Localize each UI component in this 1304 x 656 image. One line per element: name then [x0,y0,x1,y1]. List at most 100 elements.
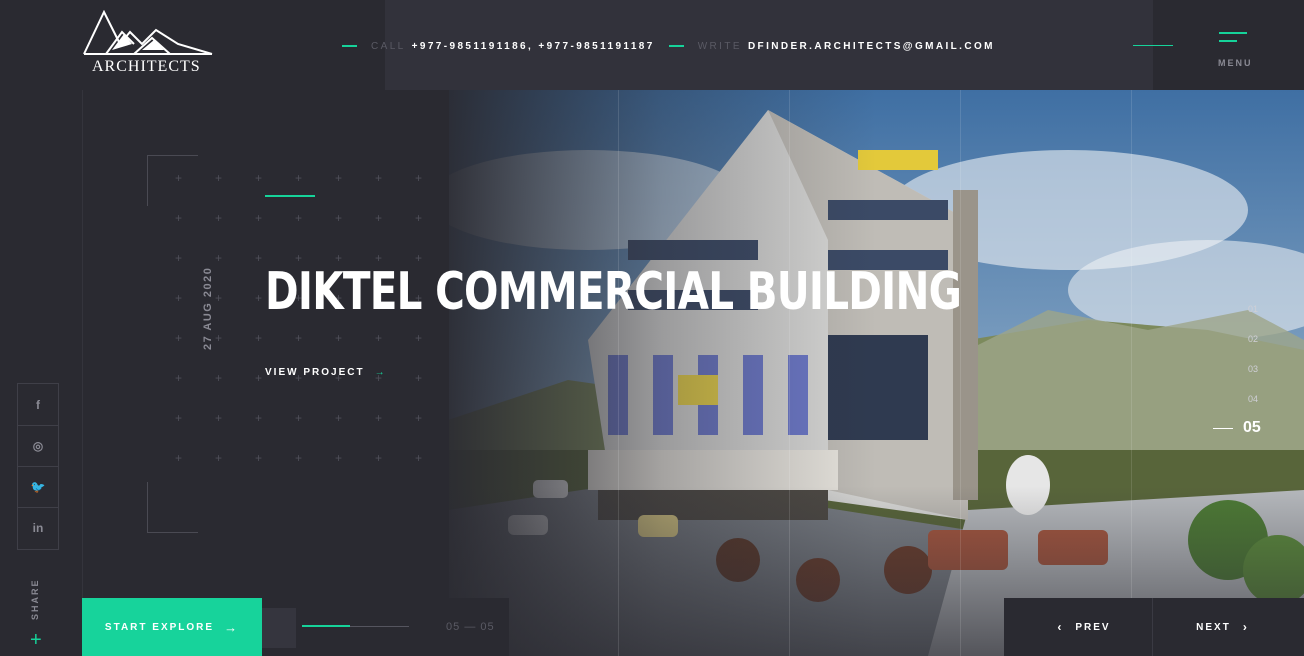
linkedin-icon: in [32,520,44,535]
arrow-right-icon: → [374,367,387,378]
bracket-decoration [147,482,198,533]
hamburger-icon [1219,32,1247,34]
prev-label: PREV [1075,621,1111,633]
start-explore-label: START EXPLORE [104,621,215,633]
social-links: f ◎ 🐦 in [17,383,59,550]
start-explore-button[interactable]: START EXPLORE → [82,598,262,656]
plus-decoration: + [215,171,223,185]
plus-decoration: + [375,211,383,225]
menu-button[interactable]: MENU [1218,30,1254,70]
contact-info: CALL +977-9851191186, +977-9851191187 WR… [342,38,1009,54]
plus-decoration: + [295,451,303,465]
slide-num-4[interactable]: 04 [1248,394,1258,404]
plus-decoration: + [335,451,343,465]
plus-decoration: + [375,331,383,345]
plus-decoration: + [255,411,263,425]
share-label: SHARE [30,578,40,620]
plus-decoration: + [415,211,423,225]
slide-title: DIKTEL COMMERCIAL BUILDING [265,262,962,322]
logo-text: ARCHITECTS [92,58,201,75]
call-label: CALL [371,40,406,52]
grid-line [960,90,961,656]
slide-progress-fill [302,625,351,627]
share-plus-icon[interactable]: + [30,630,42,650]
plus-decoration: + [215,411,223,425]
email-link[interactable]: DFINDER.ARCHITECTS@GMAIL.COM [748,41,995,52]
slide-thumbnail[interactable] [262,608,296,648]
grid-line [618,90,619,656]
plus-decoration: + [175,371,183,385]
plus-decoration: + [255,291,263,305]
plus-decoration: + [215,331,223,345]
plus-decoration: + [335,411,343,425]
plus-decoration: + [295,411,303,425]
plus-decoration: + [415,331,423,345]
plus-decoration: + [255,171,263,185]
plus-decoration: + [375,451,383,465]
facebook-icon: f [36,397,40,412]
plus-decoration: + [295,211,303,225]
counter-separator: — [464,621,477,633]
slide-num-2[interactable]: 02 [1248,334,1258,344]
next-label: NEXT [1196,621,1231,633]
plus-decoration: + [175,171,183,185]
chevron-left-icon: ‹ [1057,620,1064,634]
grid-line [1131,90,1132,656]
plus-decoration: + [175,331,183,345]
view-project-label: VIEW PROJECT [265,367,365,378]
plus-decoration: + [175,251,183,265]
plus-decoration: + [295,171,303,185]
current-slide: 05 [446,621,461,633]
plus-decoration: + [175,211,183,225]
dot-grid-decoration: + + + + + + + + + + + + + + + + + + + + + + + + + + + + + + + + + + + + + + + +… [175,172,445,472]
plus-decoration: + [415,371,423,385]
plus-decoration: + [215,291,223,305]
header-divider-line [1133,45,1173,46]
plus-decoration: + [335,171,343,185]
total-slides: 05 [480,621,495,633]
instagram-link[interactable]: ◎ [18,425,58,467]
plus-decoration: + [375,171,383,185]
plus-decoration: + [295,331,303,345]
hamburger-icon [1219,40,1237,42]
menu-label: MENU [1218,58,1253,68]
plus-decoration: + [255,251,263,265]
slide-num-3[interactable]: 03 [1248,364,1258,374]
linkedin-link[interactable]: in [18,507,58,548]
slide-progress-bar [302,625,409,627]
phone-numbers[interactable]: +977-9851191186, +977-9851191187 [412,41,655,52]
active-slide-number: 05 [1243,419,1261,436]
next-button[interactable]: NEXT › [1153,598,1304,656]
plus-decoration: + [175,411,183,425]
plus-decoration: + [215,251,223,265]
dash-decoration [342,45,357,47]
facebook-link[interactable]: f [18,384,58,426]
arrow-right-icon: → [224,619,240,635]
plus-decoration: + [335,331,343,345]
plus-decoration: + [415,171,423,185]
plus-decoration: + [215,451,223,465]
hero-image [448,90,1304,656]
write-label: WRITE [697,40,742,52]
chevron-right-icon: › [1242,620,1249,634]
plus-decoration: + [415,451,423,465]
plus-decoration: + [255,211,263,225]
twitter-icon: 🐦 [30,479,46,494]
grid-line [789,90,790,656]
view-project-link[interactable]: VIEW PROJECT → [265,367,387,378]
plus-decoration: + [175,291,183,305]
slide-num-active[interactable]: 05 [1213,419,1261,437]
prev-button[interactable]: ‹ PREV [1004,598,1153,656]
plus-decoration: + [255,371,263,385]
plus-decoration: + [175,451,183,465]
twitter-link[interactable]: 🐦 [18,466,58,508]
plus-decoration: + [215,371,223,385]
plus-decoration: + [255,331,263,345]
plus-decoration: + [255,451,263,465]
plus-decoration: + [375,411,383,425]
plus-decoration: + [415,411,423,425]
slide-num-1[interactable]: 01 [1248,304,1258,314]
instagram-icon: ◎ [32,438,44,453]
plus-decoration: + [335,211,343,225]
slide-counter: 05 — 05 [446,621,495,633]
